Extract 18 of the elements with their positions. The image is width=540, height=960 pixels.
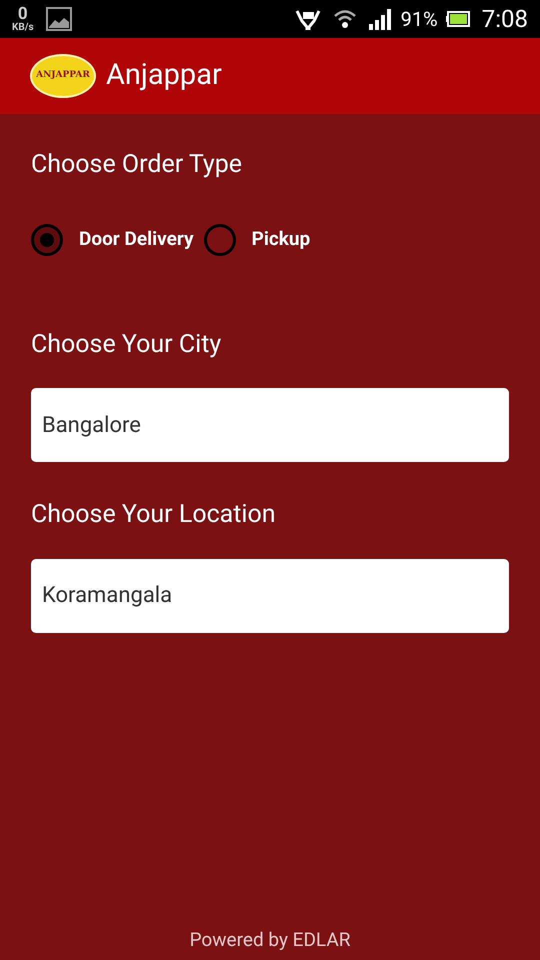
select-field[interactable]: Bangalore (31, 388, 509, 462)
field-heading: Choose Your City (31, 328, 222, 360)
field-heading: Choose Your Location (31, 499, 277, 531)
signal-icon (368, 8, 393, 30)
order-type-heading: Choose Order Type (31, 149, 244, 181)
speed-unit: KB/s (12, 22, 34, 32)
logo: ANJAPPAR (30, 54, 96, 98)
wifi-icon (332, 9, 357, 29)
order-type-radio[interactable]: Pickup (204, 224, 310, 256)
battery-percent: 91% (400, 6, 438, 33)
app-title: Anjappar (106, 57, 222, 94)
battery-icon (446, 11, 470, 27)
order-type-radio[interactable]: Door Delivery (31, 224, 194, 256)
select-field[interactable]: Koramangala (31, 558, 509, 632)
footer-text: Powered by EDLAR (190, 926, 350, 952)
clock: 7:08 (482, 4, 528, 35)
image-icon (46, 7, 72, 31)
speed-value: 0 (18, 6, 28, 22)
